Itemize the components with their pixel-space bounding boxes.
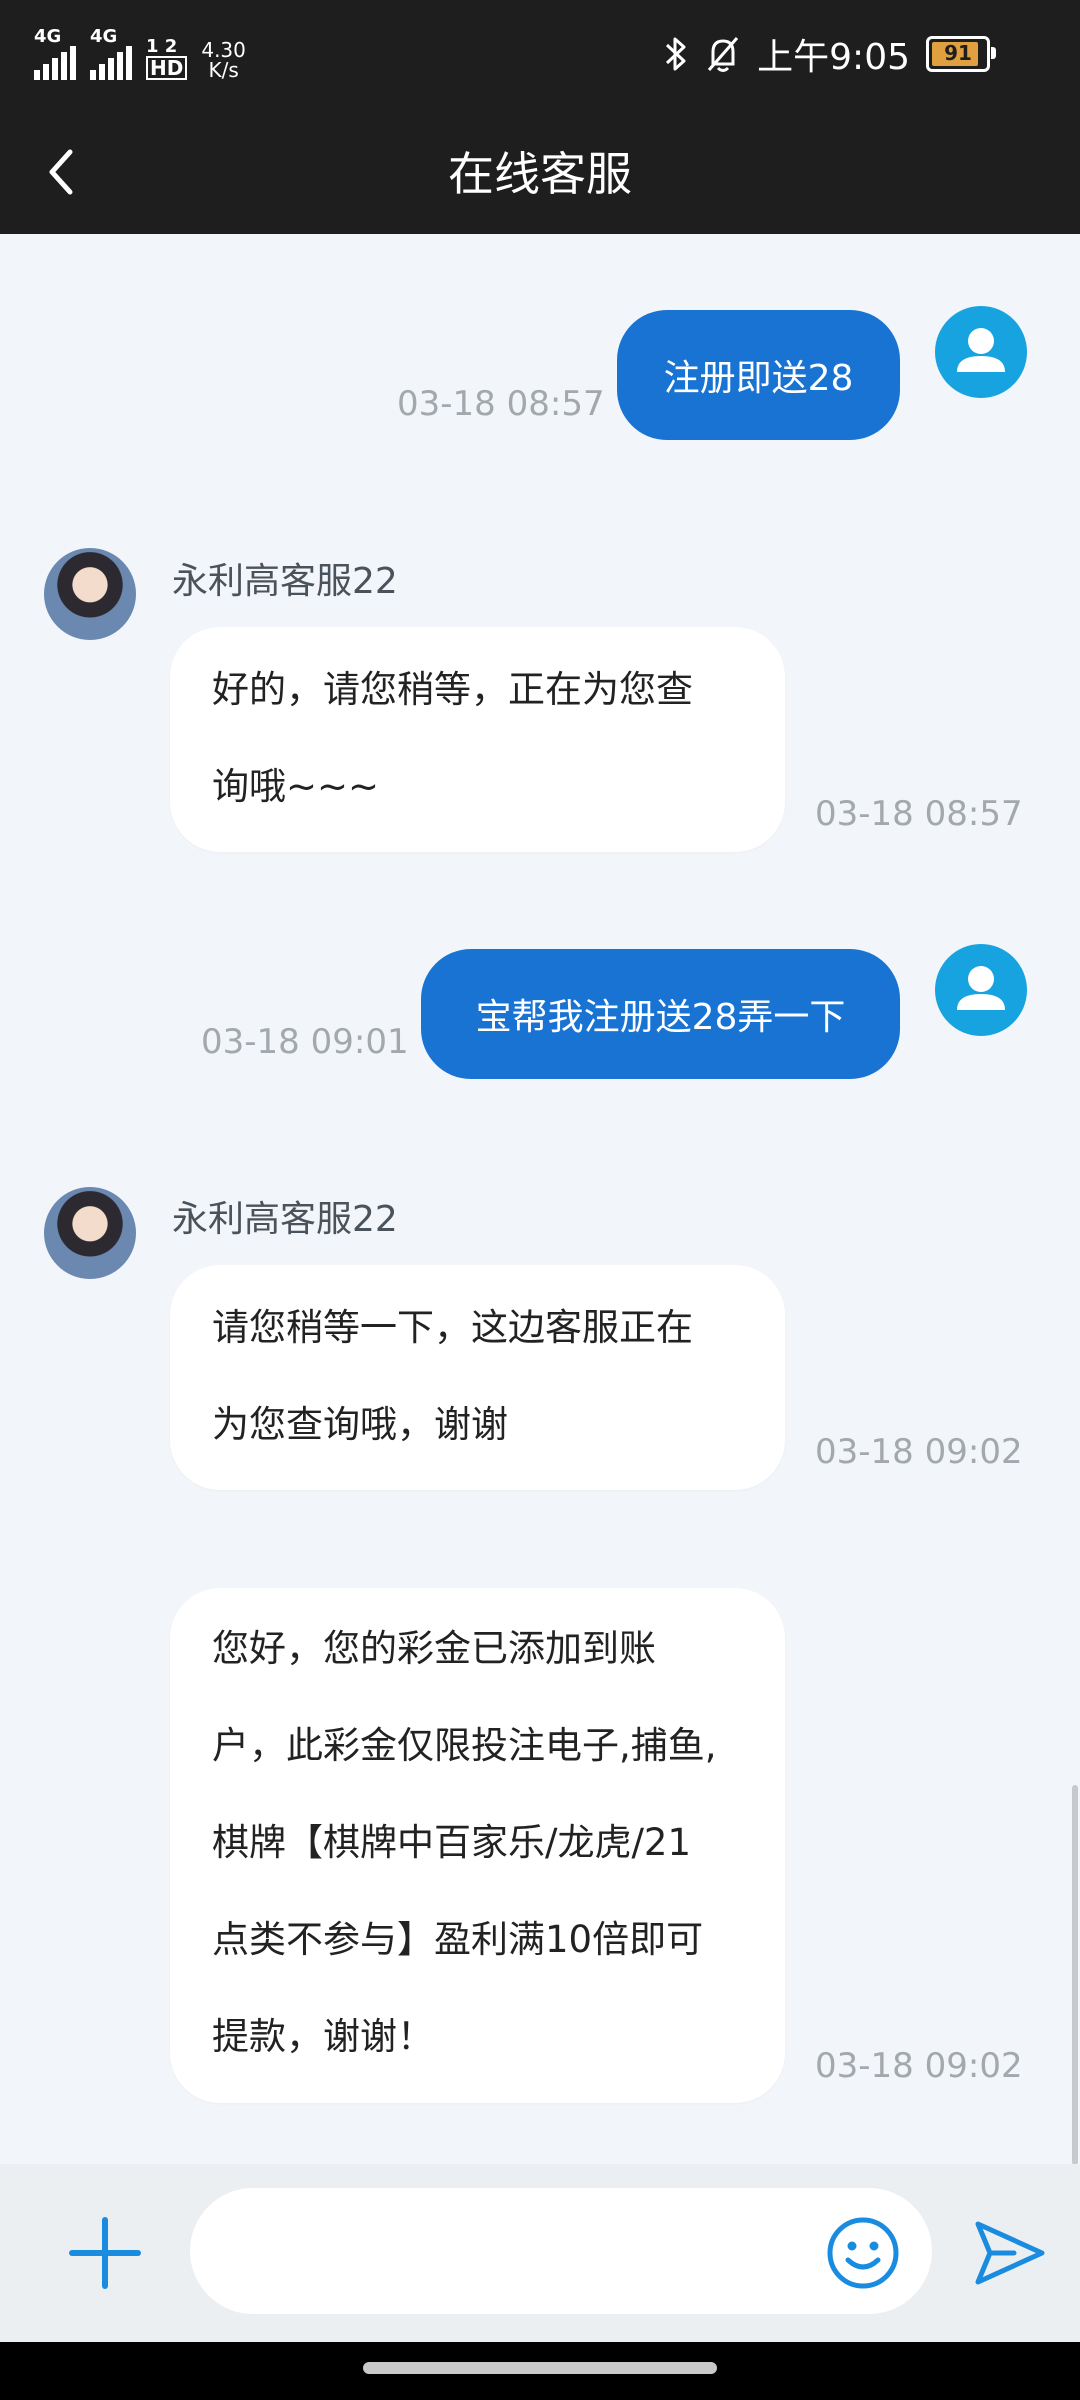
status-bar: 4G 4G 1 2 HD 4.30 K/s 上午9:05 91 [0,0,1080,110]
agent-name: 永利高客服22 [172,1199,398,1240]
agent-name: 永利高客服22 [172,561,398,602]
message-bubble[interactable]: 宝帮我注册送28弄一下 [421,949,900,1079]
signal-strength-icon: 4G [34,28,76,80]
network-speed: 4.30 K/s [201,38,246,82]
bell-muted-icon [708,37,739,72]
input-bar [0,2164,1080,2342]
app-header: 在线客服 [0,110,1080,234]
message-bubble[interactable]: 好的，请您稍等，正在为您查 询哦~~~ [170,627,785,852]
home-gesture-handle[interactable] [363,2362,717,2374]
plus-icon[interactable] [66,2214,144,2292]
bluetooth-icon [666,37,686,71]
agent-avatar[interactable] [44,1187,136,1279]
person-icon [957,328,1005,372]
status-left: 4G 4G 1 2 HD 4.30 K/s [34,28,246,80]
hd-voice-icon: 1 2 HD [146,38,188,80]
agent-avatar[interactable] [44,548,136,640]
signal-strength-icon-2: 4G [90,28,132,80]
system-navigation-bar [0,2342,1080,2400]
chat-messages[interactable]: 注册即送28 03-18 08:57 永利高客服22 好的，请您稍等，正在为您查… [0,234,1080,2164]
message-bubble[interactable]: 您好，您的彩金已添加到账 户，此彩金仅限投注电子,捕鱼, 棋牌【棋牌中百家乐/龙… [170,1588,785,2103]
message-timestamp: 03-18 08:57 [815,794,1023,834]
status-right: 上午9:05 91 [663,28,996,80]
message-timestamp: 03-18 08:57 [397,384,605,424]
message-input[interactable] [190,2188,932,2314]
page-title: 在线客服 [448,147,632,201]
person-icon [957,966,1005,1010]
message-bubble[interactable]: 注册即送28 [617,310,900,440]
user-avatar[interactable] [935,944,1027,1036]
message-timestamp: 03-18 09:02 [815,2046,1023,2086]
user-avatar[interactable] [935,306,1027,398]
message-timestamp: 03-18 09:02 [815,1432,1023,1472]
send-icon[interactable] [970,2216,1050,2290]
message-bubble[interactable]: 请您稍等一下，这边客服正在 为您查询哦，谢谢 [170,1265,785,1490]
clock: 上午9:05 [757,37,910,78]
message-timestamp: 03-18 09:01 [201,1022,409,1062]
emoji-icon[interactable] [826,2216,900,2290]
scrollbar[interactable] [1072,1785,1078,2165]
battery-icon: 91 [926,36,996,72]
